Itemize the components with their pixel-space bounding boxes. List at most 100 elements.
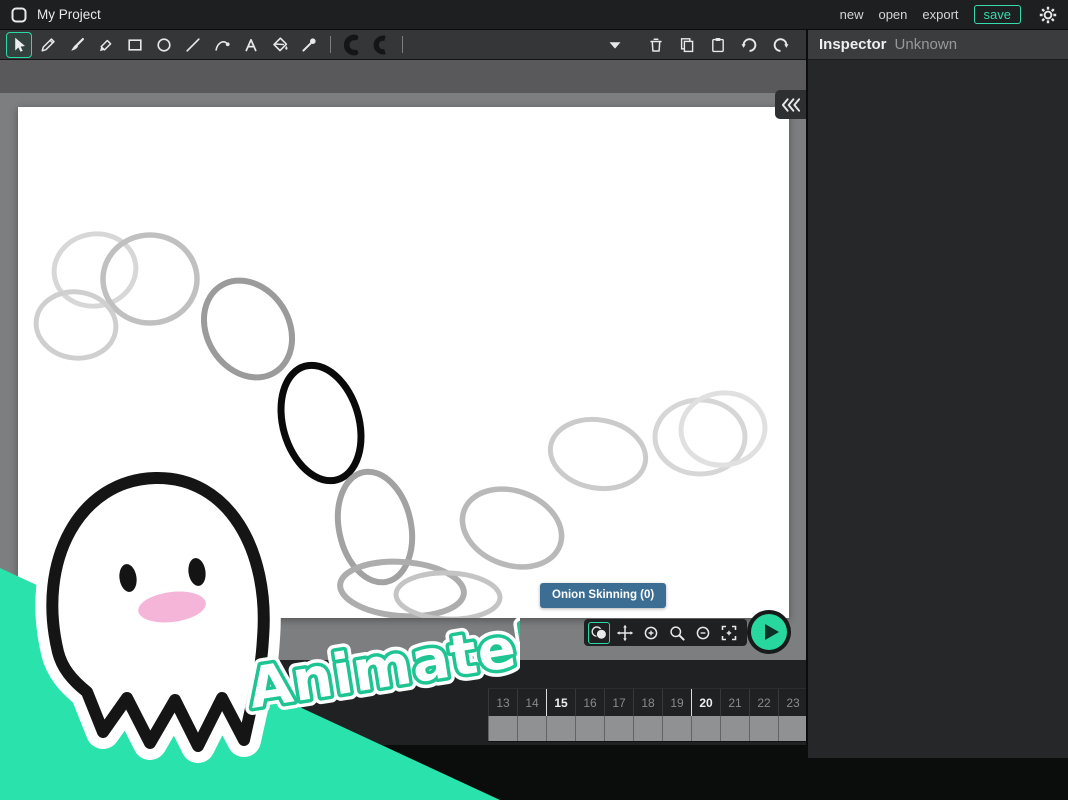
onion-skinning-button[interactable] (588, 622, 610, 644)
dropdown-button[interactable] (603, 33, 627, 57)
onion-skinning-icon (590, 624, 608, 642)
stroke-flat-cap-icon (369, 34, 393, 56)
play-icon (751, 614, 787, 650)
inspector-title: Inspector (819, 36, 887, 53)
timeline-frame-18[interactable]: 18 (633, 689, 662, 716)
stroke-round-cap-button[interactable] (339, 32, 365, 58)
redo-button[interactable] (768, 33, 792, 57)
timeline-frame-23[interactable]: 23 (778, 689, 807, 716)
zoom-in-button[interactable] (640, 622, 662, 644)
line-tool-button[interactable] (180, 32, 206, 58)
timeline-cell-19[interactable] (662, 716, 691, 741)
timeline-cell-15[interactable] (546, 716, 575, 741)
new-button[interactable]: new (840, 7, 864, 22)
undo-button[interactable] (737, 33, 761, 57)
pencil-icon (38, 35, 58, 55)
drawn-ellipse (451, 476, 572, 580)
toolbar (0, 30, 806, 60)
app-logo-icon (10, 6, 28, 24)
text-tool-icon (241, 35, 261, 55)
view-controls (584, 619, 747, 646)
timeline-frame-17[interactable]: 17 (604, 689, 633, 716)
timeline-frame-13[interactable]: 13 (488, 689, 517, 716)
curve-tool-button[interactable] (209, 32, 235, 58)
rectangle-icon (125, 35, 145, 55)
zoom-in-icon (642, 624, 660, 642)
settings-gear-icon[interactable] (1038, 5, 1058, 25)
paste-button[interactable] (706, 33, 730, 57)
pencil-tool-button[interactable] (35, 32, 61, 58)
save-button[interactable]: save (974, 5, 1021, 24)
paste-icon (708, 35, 728, 55)
magnifier-icon (668, 624, 686, 642)
timeline-cell-16[interactable] (575, 716, 604, 741)
inspector-header: Inspector Unknown (808, 30, 1068, 60)
copy-button[interactable] (675, 33, 699, 57)
timeline-cell-13[interactable] (488, 716, 517, 741)
rectangle-tool-button[interactable] (122, 32, 148, 58)
zoom-out-icon (694, 624, 712, 642)
inspector-panel: Inspector Unknown (808, 30, 1068, 758)
line-icon (183, 35, 203, 55)
select-tool-button[interactable] (6, 32, 32, 58)
ellipse-tool-button[interactable] (151, 32, 177, 58)
marker-tool-button[interactable] (93, 32, 119, 58)
inspector-body (808, 60, 1068, 758)
toolbar-actions (603, 33, 800, 57)
timeline-cell-22[interactable] (749, 716, 778, 741)
collapse-panel-button[interactable] (775, 90, 806, 119)
timeline-frame-22[interactable]: 22 (749, 689, 778, 716)
project-title: My Project (37, 7, 101, 22)
pan-button[interactable] (614, 622, 636, 644)
canvas-drawing (18, 107, 789, 618)
pan-icon (616, 624, 634, 642)
export-button[interactable]: export (922, 7, 958, 22)
play-button[interactable] (747, 610, 791, 654)
zoom-out-button[interactable] (692, 622, 714, 644)
drawn-ellipse (103, 235, 197, 323)
copy-icon (677, 35, 697, 55)
fit-screen-button[interactable] (718, 622, 740, 644)
timeline-frame-14[interactable]: 14 (517, 689, 546, 716)
timeline-cell-21[interactable] (720, 716, 749, 741)
timeline-cell-23[interactable] (778, 716, 807, 741)
timeline-frame-16[interactable]: 16 (575, 689, 604, 716)
trash-icon (646, 35, 666, 55)
timeline-frame-15[interactable]: 15 (546, 689, 575, 716)
eyedropper-tool-button[interactable] (296, 32, 322, 58)
timeline-cell-20[interactable] (691, 716, 720, 741)
timeline[interactable]: 1314151617181920212223 (0, 660, 806, 745)
redo-icon (770, 34, 791, 55)
drawing-canvas[interactable] (18, 107, 789, 618)
text-tool-button[interactable] (238, 32, 264, 58)
magnifier-button[interactable] (666, 622, 688, 644)
ellipse-icon (154, 35, 174, 55)
timeline-frame-21[interactable]: 21 (720, 689, 749, 716)
undo-icon (739, 34, 760, 55)
brush-tool-button[interactable] (64, 32, 90, 58)
inspector-selection: Unknown (895, 36, 958, 53)
timeline-cell-14[interactable] (517, 716, 546, 741)
onion-skinning-tooltip: Onion Skinning (0) (540, 583, 666, 608)
fit-screen-icon (720, 624, 738, 642)
paint-bucket-icon (270, 35, 290, 55)
toolbar-separator (402, 36, 403, 53)
timeline-frame-cells (488, 716, 807, 742)
stroke-flat-cap-button[interactable] (368, 32, 394, 58)
workspace-top-strip (0, 60, 806, 93)
canvas-workspace: Onion Skinning (0) (0, 60, 806, 660)
timeline-cell-18[interactable] (633, 716, 662, 741)
delete-button[interactable] (644, 33, 668, 57)
timeline-frame-19[interactable]: 19 (662, 689, 691, 716)
chevrons-left-icon (780, 97, 802, 113)
app-window: My Project new open export save (0, 0, 1068, 800)
drawn-ellipse (545, 412, 651, 496)
brush-icon (67, 35, 87, 55)
drawn-ellipse (328, 465, 422, 590)
timeline-frame-20[interactable]: 20 (691, 689, 720, 716)
marker-icon (96, 35, 116, 55)
fill-tool-button[interactable] (267, 32, 293, 58)
timeline-cell-17[interactable] (604, 716, 633, 741)
open-button[interactable]: open (878, 7, 907, 22)
cursor-icon (9, 35, 29, 55)
